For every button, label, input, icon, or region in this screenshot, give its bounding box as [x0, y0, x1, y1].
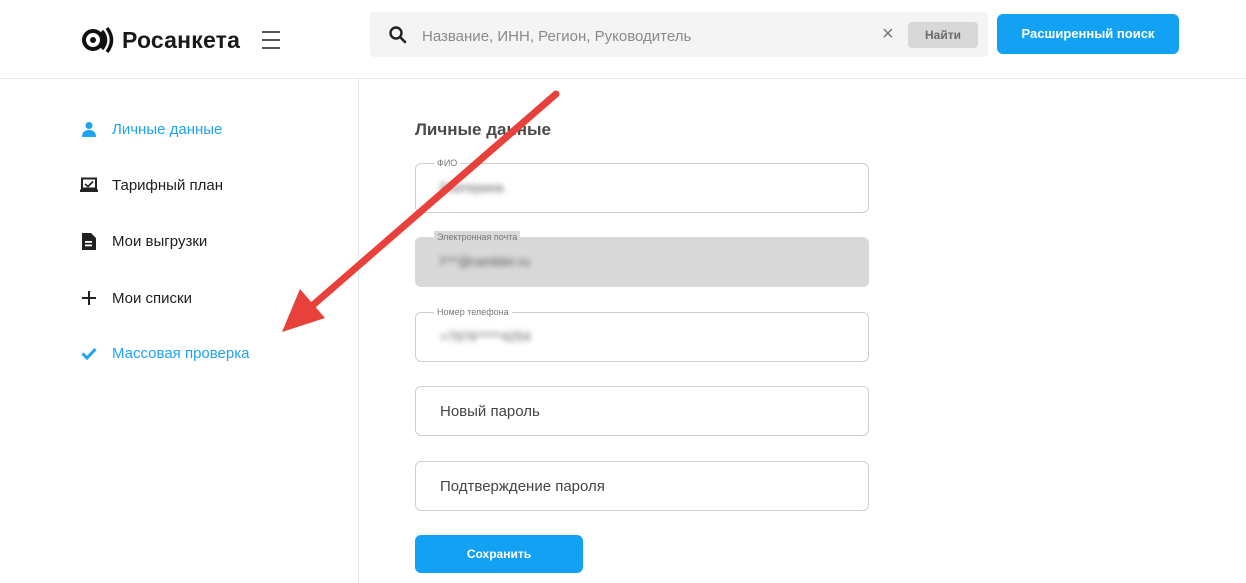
- search-icon: [389, 26, 407, 44]
- sidebar-item-label: Массовая проверка: [112, 344, 250, 362]
- phone-field-value: +7976*****4254: [440, 329, 531, 344]
- sidebar-item-bulk-check[interactable]: Массовая проверка: [80, 340, 249, 366]
- sidebar-item-tariff-plan[interactable]: Тарифный план: [80, 172, 223, 198]
- document-icon: [80, 232, 98, 250]
- save-button[interactable]: Сохранить: [415, 535, 583, 573]
- new-password-field[interactable]: Новый пароль: [415, 386, 869, 436]
- logo-text: Росанкета: [122, 26, 241, 53]
- name-field-label: ФИО: [434, 157, 461, 169]
- email-field-label: Электронная почта: [434, 231, 521, 243]
- search-input[interactable]: [420, 23, 884, 49]
- sidebar-item-exports[interactable]: Мои выгрузки: [80, 228, 207, 254]
- search-bar: × Найти: [370, 12, 988, 57]
- top-header: Росанкета × Найти Расширенный поиск: [0, 0, 1246, 79]
- advanced-search-button[interactable]: Расширенный поиск: [997, 14, 1179, 54]
- confirm-password-field[interactable]: Подтверждение пароля: [415, 461, 869, 511]
- find-button[interactable]: Найти: [908, 22, 978, 48]
- sidebar-item-lists[interactable]: Мои списки: [80, 285, 192, 311]
- clear-icon[interactable]: ×: [882, 23, 894, 45]
- checkmark-icon: [80, 344, 98, 362]
- sidebar-item-label: Тарифный план: [112, 176, 224, 194]
- sidebar-item-personal-data[interactable]: Личные данные: [80, 116, 222, 142]
- phone-field[interactable]: Номер телефона +7976*****4254: [415, 306, 869, 362]
- name-field[interactable]: ФИО Екатерина: [415, 157, 869, 213]
- laptop-icon: [80, 176, 98, 194]
- phone-field-label: Номер телефона: [434, 306, 512, 318]
- sidebar-item-label: Мои списки: [112, 289, 192, 307]
- name-field-value: Екатерина: [440, 180, 504, 195]
- sidebar: Личные данные Тарифный план Мои выгрузки…: [0, 79, 359, 583]
- plus-icon: [80, 289, 98, 307]
- sidebar-item-label: Мои выгрузки: [112, 232, 208, 250]
- menu-icon[interactable]: [262, 31, 286, 49]
- email-field-value: l***@rambler.ru: [440, 254, 530, 269]
- user-icon: [80, 120, 98, 138]
- page-title: Личные данные: [415, 120, 551, 139]
- email-field: Электронная почта l***@rambler.ru: [415, 231, 869, 287]
- sidebar-item-label: Личные данные: [112, 120, 223, 138]
- new-password-placeholder: Новый пароль: [440, 403, 540, 420]
- logo-icon: [82, 26, 114, 54]
- confirm-password-placeholder: Подтверждение пароля: [440, 478, 605, 495]
- logo[interactable]: Росанкета: [80, 22, 240, 58]
